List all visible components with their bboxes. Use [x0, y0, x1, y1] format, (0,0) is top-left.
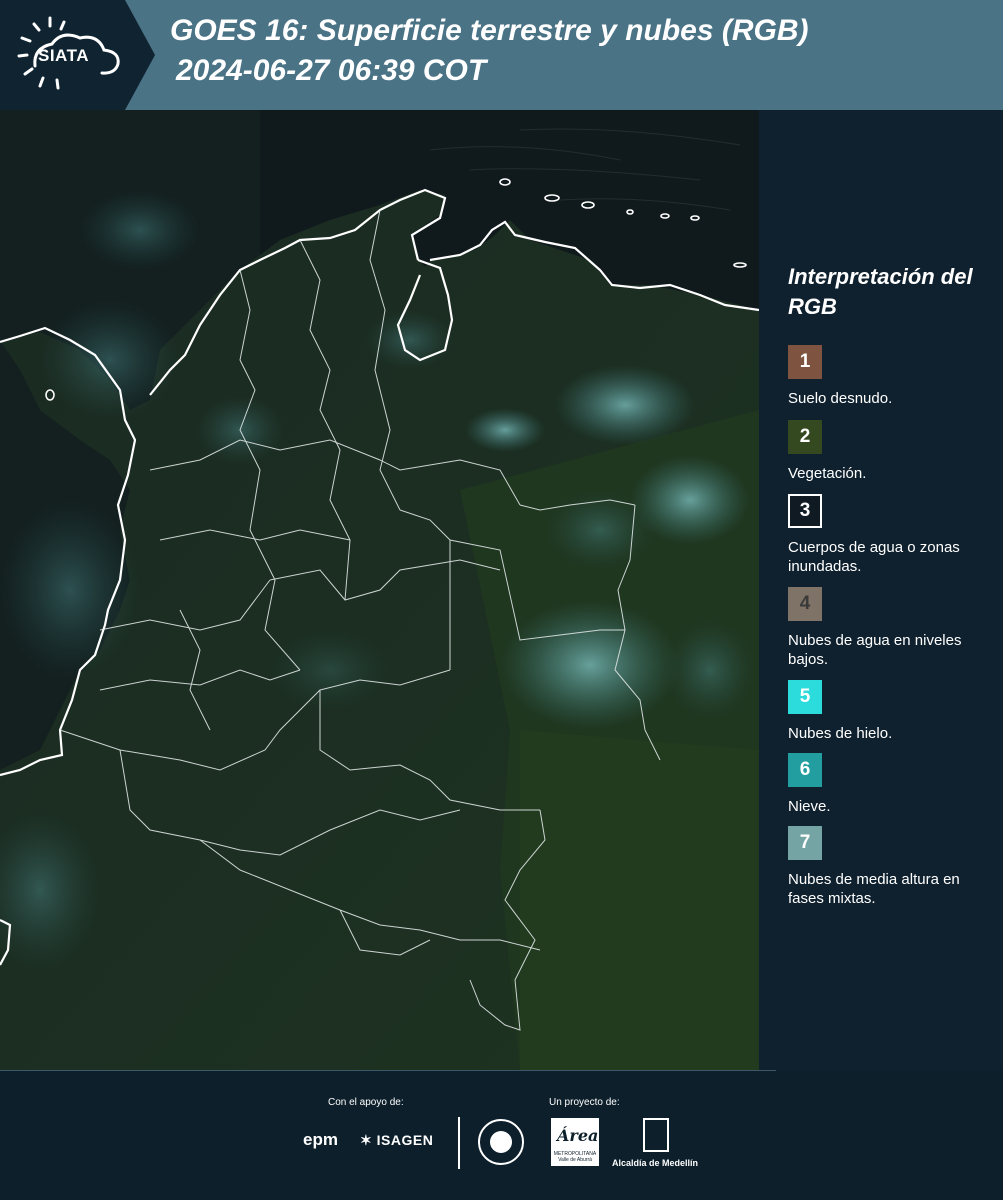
footer-divider: [0, 1070, 776, 1071]
legend-swatch-4: 4: [788, 587, 822, 621]
legend-swatch-1: 1: [788, 345, 822, 379]
medellin-seal-logo: [478, 1119, 524, 1165]
legend-item-ice-clouds: 5 Nubes de hielo.: [788, 680, 998, 743]
legend-item-low-clouds: 4 Nubes de agua en niveles bajos.: [788, 587, 998, 669]
project-label: Un proyecto de:: [549, 1097, 620, 1108]
satellite-map: [0, 110, 759, 1070]
isagen-star-icon: ✶: [360, 1132, 373, 1148]
legend-item-snow: 6 Nieve.: [788, 753, 998, 816]
support-label: Con el apoyo de:: [328, 1097, 404, 1108]
map-image: [0, 110, 759, 1070]
legend-item-mid-clouds: 7 Nubes de media altura en fases mixtas.: [788, 826, 998, 908]
legend-swatch-5: 5: [788, 680, 822, 714]
legend-panel: Interpretación del RGB 1 Suelo desnudo. …: [759, 110, 1003, 1070]
legend-label-5: Nubes de hielo.: [788, 725, 893, 742]
footer: Con el apoyo de: Un proyecto de: epm ✶ I…: [0, 1070, 1003, 1200]
page-title: GOES 16: Superficie terrestre y nubes (R…: [170, 14, 809, 47]
legend-label-4: Nubes de agua en niveles bajos.: [788, 632, 962, 668]
legend-swatch-3: 3: [788, 494, 822, 528]
footer-separator: [458, 1117, 460, 1169]
legend-item-bare-soil: 1 Suelo desnudo.: [788, 345, 998, 408]
logo-text: SIATA: [38, 46, 89, 65]
legend-label-1: Suelo desnudo.: [788, 390, 893, 407]
legend-label-2: Vegetación.: [788, 465, 867, 482]
legend-swatch-2: 2: [788, 420, 822, 454]
header-bar: SIATA GOES 16: Superficie terrestre y nu…: [0, 0, 1003, 110]
seal-emblem-icon: [490, 1131, 512, 1153]
area-logo-subtext: METROPOLITANA Valle de Aburrá: [553, 1151, 597, 1163]
legend-label-6: Nieve.: [788, 798, 831, 815]
legend-title: Interpretación del RGB: [788, 264, 973, 319]
page-timestamp: 2024-06-27 06:39 COT: [176, 54, 487, 87]
legend-label-7: Nubes de media altura en fases mixtas.: [788, 871, 960, 907]
isagen-logo: ✶ ISAGEN: [360, 1132, 433, 1149]
siata-logo: SIATA: [0, 0, 155, 110]
legend-item-vegetation: 2 Vegetación.: [788, 420, 998, 483]
legend-swatch-7: 7: [788, 826, 822, 860]
legend-label-3: Cuerpos de agua o zonas inundadas.: [788, 539, 960, 575]
legend-swatch-6: 6: [788, 753, 822, 787]
epm-logo: epm: [303, 1130, 338, 1149]
area-logo-text: Área: [557, 1126, 599, 1145]
legend-item-water: 3 Cuerpos de agua o zonas inundadas.: [788, 494, 998, 576]
alcaldia-label: Alcaldía de Medellín: [612, 1158, 699, 1168]
area-metropolitana-logo: Área METROPOLITANA Valle de Aburrá: [551, 1118, 599, 1166]
isagen-label: ISAGEN: [376, 1132, 434, 1148]
alcaldia-shield-icon: [643, 1118, 669, 1152]
